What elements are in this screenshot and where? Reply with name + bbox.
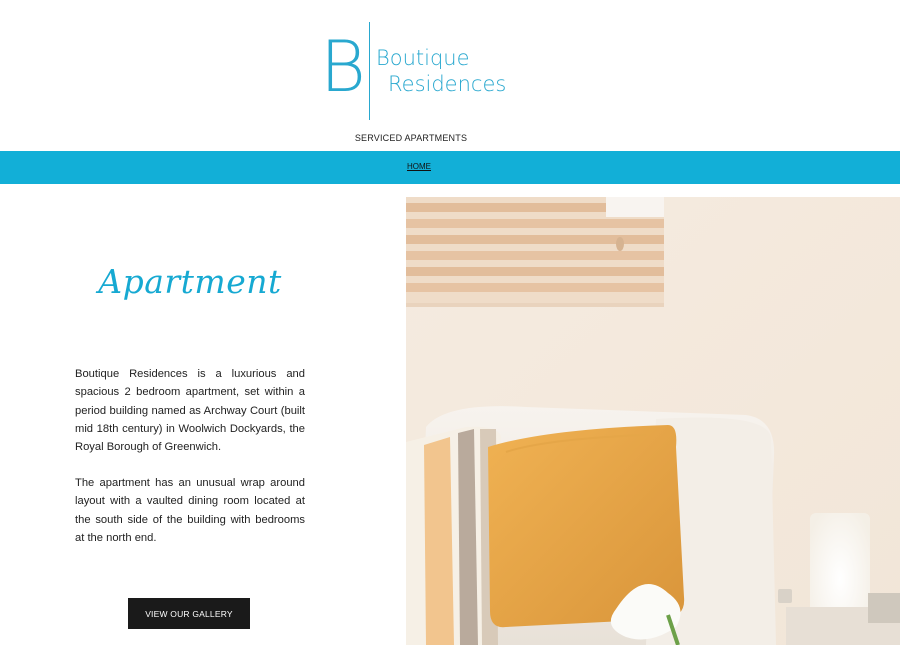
site-tagline: SERVICED APARTMENTS xyxy=(354,133,468,143)
nav-bar: HOME xyxy=(0,151,900,184)
description-paragraph-2: The apartment has an unusual wrap around… xyxy=(75,477,305,544)
window-blinds xyxy=(406,197,664,307)
logo-name-line2: Residences xyxy=(388,72,507,96)
bedroom-illustration xyxy=(406,197,900,645)
striped-cushion xyxy=(406,426,501,645)
page-heading: Apartment xyxy=(98,262,282,301)
logo-monogram: B xyxy=(320,26,366,108)
logo-divider xyxy=(369,22,370,120)
view-gallery-button[interactable]: VIEW OUR GALLERY xyxy=(128,598,250,629)
bedroom-photo xyxy=(406,197,900,645)
logo-name-line1: Boutique xyxy=(376,46,470,70)
description-paragraph-1: Boutique Residences is a luxurious and s… xyxy=(75,368,305,454)
nav-link-home[interactable]: HOME xyxy=(0,162,838,171)
site-logo[interactable]: B Boutique Residences xyxy=(320,22,510,122)
